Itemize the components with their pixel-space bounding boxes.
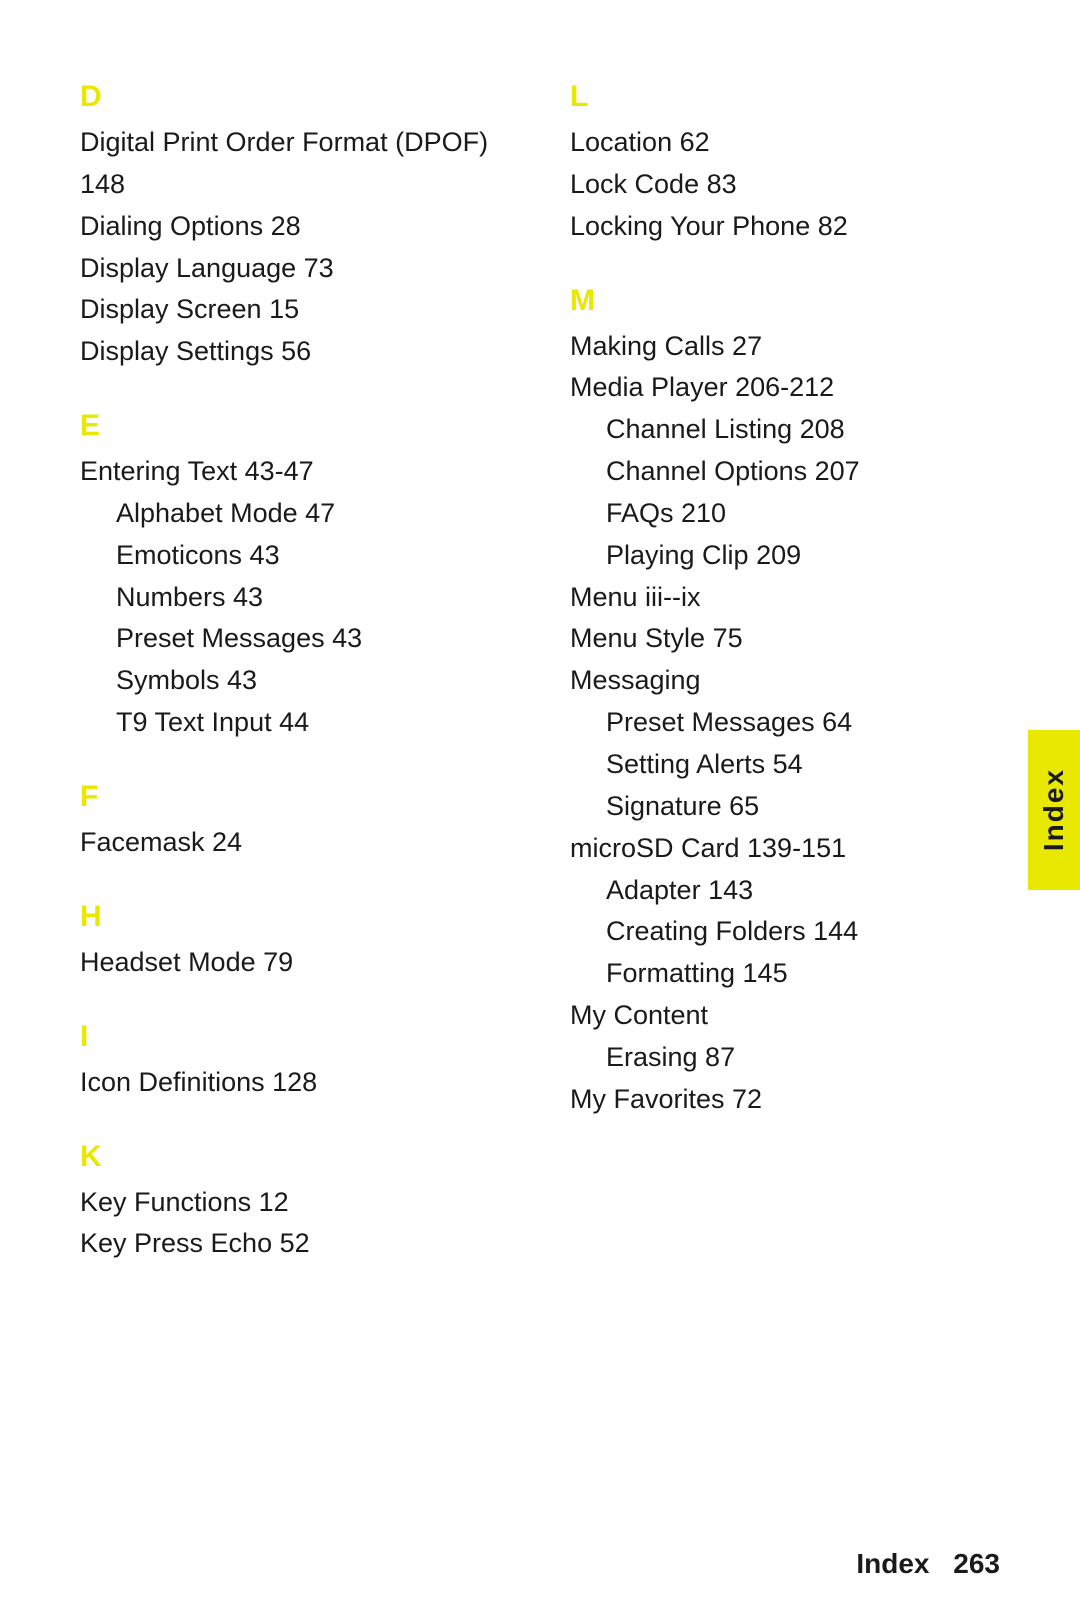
index-entry: Creating Folders 144 xyxy=(570,911,1020,953)
index-entry: Key Functions 12 xyxy=(80,1182,530,1224)
section-letter: M xyxy=(570,284,1020,318)
section-letter: I xyxy=(80,1020,530,1054)
index-entry: Channel Options 207 xyxy=(570,451,1020,493)
index-entry: Making Calls 27 xyxy=(570,326,1020,368)
index-entry: Signature 65 xyxy=(570,786,1020,828)
index-entry: Menu Style 75 xyxy=(570,618,1020,660)
index-entry: T9 Text Input 44 xyxy=(80,702,530,744)
index-entry: Emoticons 43 xyxy=(80,535,530,577)
index-entry: Setting Alerts 54 xyxy=(570,744,1020,786)
index-entry: Lock Code 83 xyxy=(570,164,1020,206)
index-entry: Alphabet Mode 47 xyxy=(80,493,530,535)
index-entry: My Content xyxy=(570,995,1020,1037)
index-section-e: E Entering Text 43-47Alphabet Mode 47Emot… xyxy=(80,409,530,744)
index-entry: Messaging xyxy=(570,660,1020,702)
index-entry: Dialing Options 28 xyxy=(80,206,530,248)
index-entry: microSD Card 139-151 xyxy=(570,828,1020,870)
index-section-f: F Facemask 24 xyxy=(80,780,530,864)
index-entry: Digital Print Order Format (DPOF) 148 xyxy=(80,122,530,206)
index-section-d: DDigital Print Order Format (DPOF) 148Di… xyxy=(80,80,530,373)
index-section-i: I Icon Definitions 128 xyxy=(80,1020,530,1104)
index-entry: Media Player 206-212 xyxy=(570,367,1020,409)
index-entry: Formatting 145 xyxy=(570,953,1020,995)
index-entry: Erasing 87 xyxy=(570,1037,1020,1079)
section-letter: L xyxy=(570,80,1020,114)
index-entry: Symbols 43 xyxy=(80,660,530,702)
index-entry: Numbers 43 xyxy=(80,577,530,619)
index-section-h: H Headset Mode 79 xyxy=(80,900,530,984)
section-letter: D xyxy=(80,80,530,114)
index-entry: Adapter 143 xyxy=(570,870,1020,912)
index-entry: Playing Clip 209 xyxy=(570,535,1020,577)
index-entry: Display Language 73 xyxy=(80,248,530,290)
footer-label: Index xyxy=(856,1548,929,1579)
footer: Index 263 xyxy=(856,1548,1000,1580)
section-letter: E xyxy=(80,409,530,443)
index-entry: Channel Listing 208 xyxy=(570,409,1020,451)
section-letter: F xyxy=(80,780,530,814)
index-entry: FAQs 210 xyxy=(570,493,1020,535)
section-letter: H xyxy=(80,900,530,934)
index-entry: Entering Text 43-47 xyxy=(80,451,530,493)
right-column: L Location 62Lock Code 83Locking Your Pho… xyxy=(570,80,1020,1301)
index-entry: Preset Messages 43 xyxy=(80,618,530,660)
index-entry: Headset Mode 79 xyxy=(80,942,530,984)
index-entry: Display Screen 15 xyxy=(80,289,530,331)
side-tab-label: Index xyxy=(1038,768,1070,851)
page-content: DDigital Print Order Format (DPOF) 148Di… xyxy=(0,0,1080,1361)
index-entry: My Favorites 72 xyxy=(570,1079,1020,1121)
index-section-m: MMaking Calls 27Media Player 206-212Chan… xyxy=(570,284,1020,1121)
index-entry: Location 62 xyxy=(570,122,1020,164)
index-entry: Key Press Echo 52 xyxy=(80,1223,530,1265)
index-section-k: K Key Functions 12Key Press Echo 52 xyxy=(80,1140,530,1266)
index-entry: Icon Definitions 128 xyxy=(80,1062,530,1104)
footer-page: 263 xyxy=(953,1548,1000,1579)
index-section-l: L Location 62Lock Code 83Locking Your Pho… xyxy=(570,80,1020,248)
index-entry: Preset Messages 64 xyxy=(570,702,1020,744)
index-entry: Menu iii--ix xyxy=(570,577,1020,619)
index-entry: Locking Your Phone 82 xyxy=(570,206,1020,248)
left-column: DDigital Print Order Format (DPOF) 148Di… xyxy=(80,80,530,1301)
index-entry: Facemask 24 xyxy=(80,822,530,864)
side-tab: Index xyxy=(1028,730,1080,890)
index-entry: Display Settings 56 xyxy=(80,331,530,373)
section-letter: K xyxy=(80,1140,530,1174)
